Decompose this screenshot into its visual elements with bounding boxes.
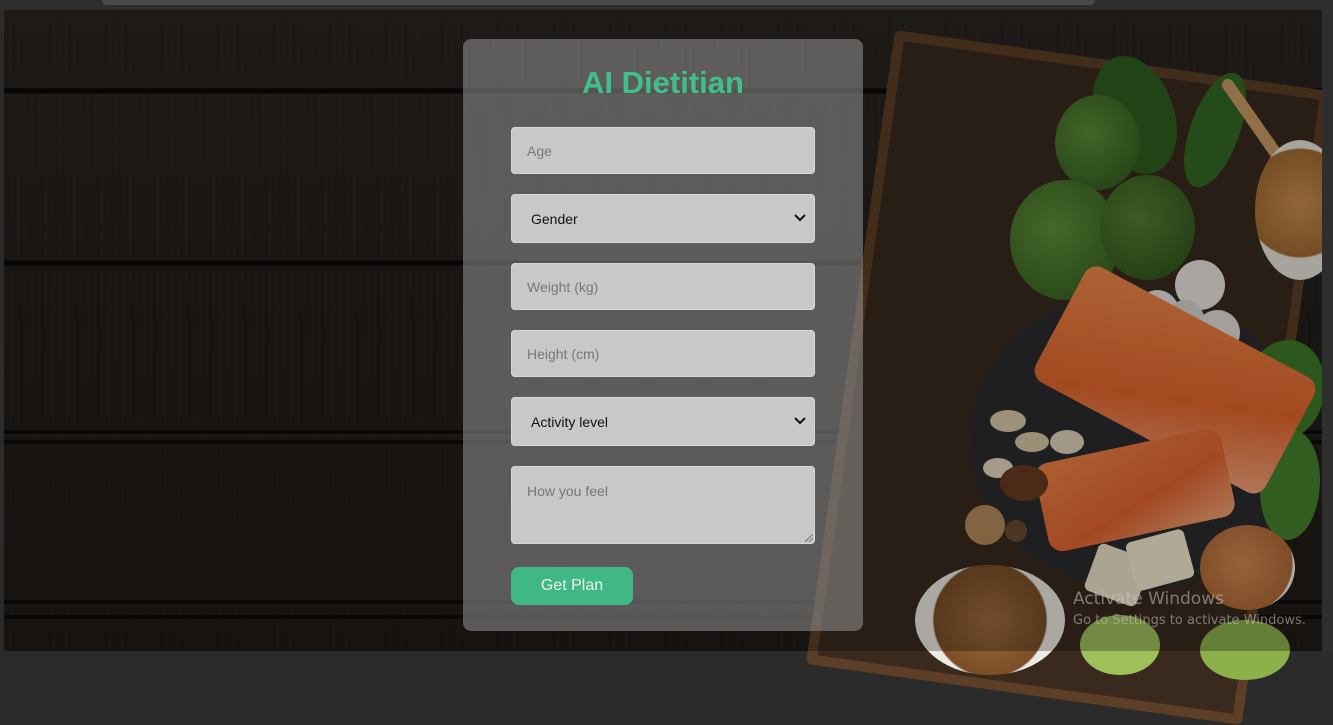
chevron-down-icon <box>794 213 806 225</box>
gender-select-value: Gender <box>531 210 578 227</box>
activity-level-select[interactable]: Activity level <box>511 397 815 446</box>
age-input[interactable] <box>511 127 815 174</box>
gender-select[interactable]: Gender <box>511 194 815 243</box>
watermark-subtitle: Go to Settings to activate Windows. <box>1073 613 1306 628</box>
height-input[interactable] <box>511 330 815 377</box>
window-right-edge <box>1322 10 1333 651</box>
how-you-feel-textarea[interactable] <box>511 466 815 544</box>
resize-grip-icon[interactable] <box>805 534 813 542</box>
browser-top-strip <box>0 0 1333 10</box>
scrollbar-thumb[interactable] <box>102 0 1095 5</box>
watermark-title: Activate Windows <box>1073 589 1224 609</box>
activity-level-select-value: Activity level <box>531 413 609 430</box>
diet-form-card: AI Dietitian Gender Activity level Get P… <box>463 39 863 631</box>
get-plan-button[interactable]: Get Plan <box>511 567 633 605</box>
windows-activation-watermark: Activate Windows Go to Settings to activ… <box>1073 589 1306 628</box>
chevron-down-icon <box>794 416 806 428</box>
page-title: AI Dietitian <box>582 65 744 100</box>
weight-input[interactable] <box>511 263 815 310</box>
feel-textarea-wrapper <box>511 466 815 544</box>
